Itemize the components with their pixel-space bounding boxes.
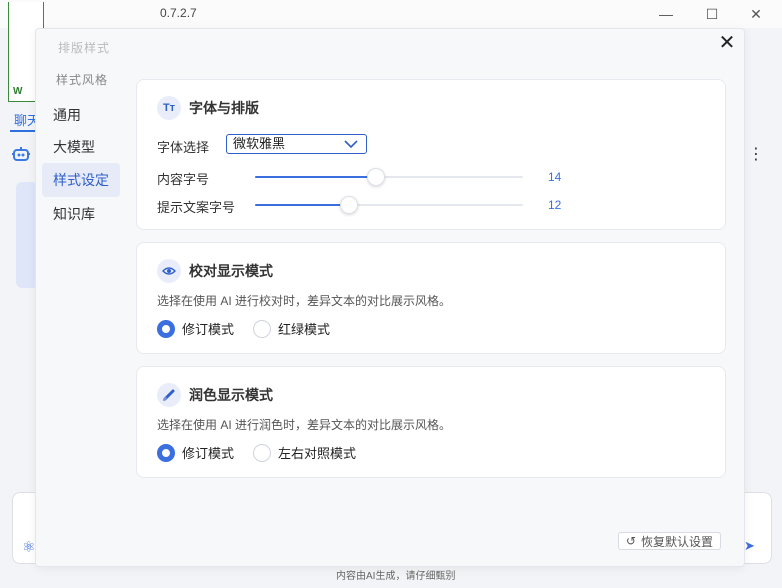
hint-size-value: 12	[548, 198, 562, 212]
minimize-button[interactable]: —	[646, 2, 686, 26]
logo-text: W	[13, 86, 23, 97]
radio-dot	[157, 319, 175, 338]
window-close-button[interactable]: ✕	[736, 2, 776, 26]
sidebar-faded-header: 排版样式	[58, 41, 111, 55]
sidebar-faded-subheader: 样式风格	[56, 73, 109, 87]
radio-label: 修订模式	[182, 322, 235, 337]
chevron-down-icon	[344, 137, 358, 155]
polish-card-title: 润色显示模式	[189, 387, 273, 403]
proof-mode-revision-radio[interactable]: 修订模式	[157, 319, 234, 338]
reset-label: 恢复默认设置	[641, 534, 714, 549]
app-version: 0.7.2.7	[160, 6, 197, 20]
settings-dialog: ✕ 排版样式 样式风格 通用 大模型 样式设定 知识库 Tт 字体与排版 字体选…	[35, 28, 745, 567]
font-select-label: 字体选择	[157, 140, 210, 155]
proof-mode-redgreen-radio[interactable]: 红绿模式	[253, 319, 330, 338]
content-size-slider[interactable]	[255, 167, 523, 187]
hint-size-label: 提示文案字号	[157, 200, 236, 215]
font-select[interactable]: 微软雅黑	[226, 134, 367, 154]
proof-card-header: 校对显示模式	[157, 259, 273, 283]
title-bar: 0.7.2.7 — ☐ ✕	[0, 0, 782, 28]
atom-icon[interactable]: ⚛	[22, 538, 35, 556]
radio-label: 左右对照模式	[278, 446, 357, 461]
proof-card-description: 选择在使用 AI 进行校对时，差异文本的对比展示风格。	[157, 294, 452, 308]
proofread-display-card: 校对显示模式 选择在使用 AI 进行校对时，差异文本的对比展示风格。 修订模式 …	[136, 242, 726, 354]
typography-icon: Tт	[157, 96, 181, 120]
close-icon[interactable]: ✕	[716, 33, 738, 55]
reset-defaults-button[interactable]: ↺ 恢复默认设置	[618, 532, 721, 550]
more-menu-icon[interactable]: ⋮	[748, 144, 764, 164]
sidebar-item-general[interactable]: 通用	[42, 98, 120, 132]
slider-handle[interactable]	[366, 168, 385, 186]
robot-icon	[12, 146, 30, 166]
reset-icon: ↺	[625, 534, 637, 548]
content-size-label: 内容字号	[157, 172, 210, 187]
maximize-button[interactable]: ☐	[692, 2, 732, 26]
radio-label: 红绿模式	[278, 322, 331, 337]
sidebar-item-style[interactable]: 样式设定	[42, 163, 120, 197]
radio-dot	[157, 443, 175, 462]
polish-mode-revision-radio[interactable]: 修订模式	[157, 443, 234, 462]
font-settings-card: Tт 字体与排版 字体选择 微软雅黑 内容字号 14 提示文案字号 12	[136, 79, 726, 230]
sidebar-item-knowledge[interactable]: 知识库	[42, 197, 120, 231]
hint-size-slider[interactable]	[255, 195, 523, 215]
slider-fill	[255, 176, 376, 178]
font-card-header: Tт 字体与排版	[157, 96, 259, 120]
brush-icon	[157, 383, 181, 407]
polish-card-header: 润色显示模式	[157, 383, 273, 407]
ai-disclaimer: 内容由AI生成，请仔细甄别	[336, 571, 456, 582]
radio-dot	[253, 319, 271, 338]
font-card-title: 字体与排版	[189, 100, 259, 116]
font-select-value: 微软雅黑	[233, 136, 286, 151]
tab-underline	[10, 130, 36, 132]
radio-label: 修订模式	[182, 446, 235, 461]
content-size-value: 14	[548, 170, 562, 184]
eye-icon	[157, 259, 181, 283]
slider-fill	[255, 204, 349, 206]
polish-card-description: 选择在使用 AI 进行润色时，差异文本的对比展示风格。	[157, 418, 452, 432]
proof-card-title: 校对显示模式	[189, 263, 273, 279]
polish-mode-sidebyside-radio[interactable]: 左右对照模式	[253, 443, 356, 462]
slider-handle[interactable]	[339, 196, 358, 214]
sidebar-item-model[interactable]: 大模型	[42, 130, 120, 164]
polish-display-card: 润色显示模式 选择在使用 AI 进行润色时，差异文本的对比展示风格。 修订模式 …	[136, 366, 726, 478]
radio-dot	[253, 443, 271, 462]
send-icon[interactable]: ➤	[744, 538, 755, 554]
